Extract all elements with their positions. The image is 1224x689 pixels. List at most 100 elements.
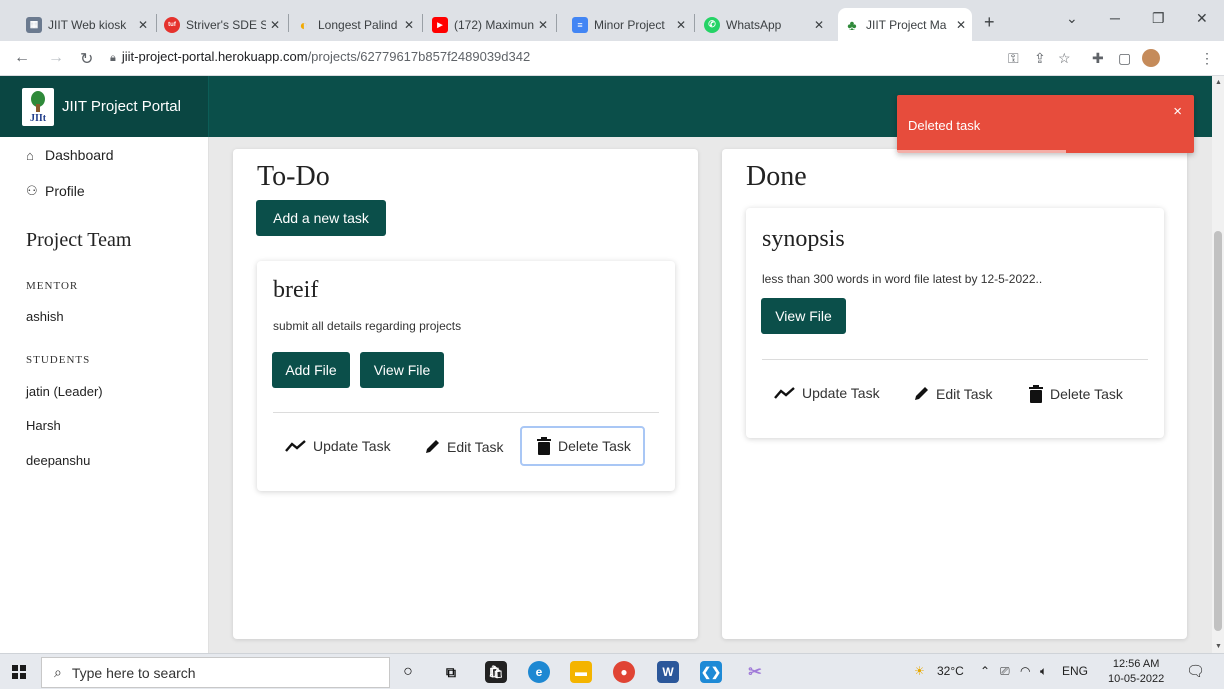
- windows-start-icon[interactable]: [12, 665, 26, 679]
- browser-menu-icon[interactable]: ⋮: [1200, 50, 1214, 67]
- tab-label: JIIT Project Ma: [866, 17, 947, 32]
- delete-task-button[interactable]: Delete Task: [520, 426, 645, 466]
- jiit-favicon-icon: ♣: [847, 16, 857, 33]
- taskbar-clock[interactable]: 12:56 AM 10-05-2022: [1108, 657, 1164, 687]
- weather-temp[interactable]: 32°C: [937, 664, 964, 678]
- view-file-button[interactable]: View File: [761, 298, 846, 334]
- task-description: submit all details regarding projects: [273, 319, 462, 333]
- todo-board: To-Do Add a new task breif submit all de…: [233, 149, 698, 639]
- add-task-button[interactable]: Add a new task: [256, 200, 386, 236]
- update-task-button[interactable]: Update Task: [774, 385, 880, 401]
- page-scrollbar[interactable]: ▲ ▼: [1212, 76, 1224, 653]
- add-file-button[interactable]: Add File: [272, 352, 350, 388]
- vscode-icon[interactable]: ❮❯: [700, 661, 722, 683]
- meet-now-icon[interactable]: ⎚: [1000, 664, 1010, 679]
- view-file-button[interactable]: View File: [360, 352, 444, 388]
- bookmark-star-icon[interactable]: ☆: [1058, 50, 1071, 67]
- reload-icon[interactable]: ↻: [80, 49, 93, 69]
- trend-line-icon: [285, 440, 306, 452]
- browser-tab-jiit-web-kiosk[interactable]: ▦ JIIT Web kiosk ✕: [20, 8, 154, 41]
- tab-label: Striver's SDE Sh: [186, 17, 266, 32]
- windows-taskbar: ⌕ Type here to search ○ ⧉ 🛍︎ e ▬ ● W ❮❯ …: [0, 653, 1224, 689]
- forward-arrow-icon[interactable]: →: [48, 49, 64, 67]
- delete-task-label: Delete Task: [1050, 386, 1123, 402]
- sidebar-item-label: Profile: [45, 183, 85, 199]
- scrollbar-thumb[interactable]: [1214, 231, 1222, 631]
- taskbar-search-input[interactable]: ⌕ Type here to search: [41, 657, 390, 688]
- snipping-tool-icon[interactable]: ✂: [744, 661, 766, 683]
- edge-icon[interactable]: e: [528, 661, 550, 683]
- close-tab-icon[interactable]: ✕: [676, 18, 686, 32]
- close-tab-icon[interactable]: ✕: [956, 18, 966, 32]
- close-tab-icon[interactable]: ✕: [270, 18, 280, 32]
- clock-time: 12:56 AM: [1112, 658, 1160, 670]
- close-tab-icon[interactable]: ✕: [814, 18, 824, 32]
- pencil-icon: [426, 440, 439, 453]
- browser-tab-jiit-project-portal[interactable]: ♣ JIIT Project Ma ✕: [838, 8, 972, 41]
- trend-line-icon: [774, 387, 795, 399]
- file-explorer-icon[interactable]: ▬: [570, 661, 592, 683]
- language-indicator[interactable]: ENG: [1062, 664, 1088, 678]
- tab-search-chevron-icon[interactable]: ⌄: [1066, 10, 1078, 27]
- students-label: STUDENTS: [26, 354, 91, 366]
- project-team-heading: Project Team: [26, 229, 132, 251]
- browser-tab-bar: ▦ JIIT Web kiosk ✕ tuf Striver's SDE Sh …: [0, 0, 1224, 41]
- edit-task-button[interactable]: Edit Task: [423, 438, 504, 456]
- back-arrow-icon[interactable]: ←: [14, 49, 30, 67]
- youtube-favicon-icon: ▶: [432, 16, 448, 33]
- tab-separator: [288, 14, 289, 32]
- task-title: breif: [273, 277, 319, 303]
- browser-tab-youtube[interactable]: ▶ (172) Maximun ✕: [426, 8, 554, 41]
- browser-tab-strivers-sde[interactable]: tuf Striver's SDE Sh ✕: [158, 8, 286, 41]
- tab-separator: [422, 14, 423, 32]
- browser-tab-longest-palindrome[interactable]: ◐ Longest Palind ✕: [290, 8, 420, 41]
- scroll-up-arrow-icon[interactable]: ▲: [1215, 79, 1222, 86]
- volume-icon[interactable]: 🔈︎: [1040, 664, 1047, 679]
- share-icon[interactable]: ⇪: [1034, 50, 1046, 67]
- tray-chevron-up-icon[interactable]: ⌃: [980, 664, 990, 678]
- sidebar-item-dashboard[interactable]: ⌂ Dashboard: [26, 147, 114, 163]
- close-tab-icon[interactable]: ✕: [138, 18, 148, 32]
- whatsapp-favicon-icon: ✆: [704, 16, 720, 33]
- weather-icon[interactable]: ☀: [914, 664, 925, 678]
- cortana-icon[interactable]: ○: [397, 661, 419, 683]
- edit-task-label: Edit Task: [936, 386, 993, 402]
- browser-tab-minor-project[interactable]: ≡ Minor Project ✕: [566, 8, 692, 41]
- wifi-icon[interactable]: ◠: [1020, 664, 1030, 678]
- close-tab-icon[interactable]: ✕: [404, 18, 414, 32]
- close-tab-icon[interactable]: ✕: [538, 18, 548, 32]
- new-tab-button[interactable]: +: [984, 12, 995, 33]
- key-icon[interactable]: ⚿: [1008, 50, 1019, 67]
- tab-separator: [694, 14, 695, 32]
- delete-task-button[interactable]: Delete Task: [1028, 385, 1123, 403]
- close-window-icon[interactable]: ✕: [1196, 10, 1208, 27]
- sidebar: ⌂ Dashboard ⚇ Profile Project Team MENTO…: [0, 137, 209, 653]
- trash-icon: [537, 437, 551, 455]
- minimize-window-icon[interactable]: ─: [1110, 10, 1120, 26]
- jiit-logo-icon: JIIt: [22, 87, 54, 126]
- student-name: jatin (Leader): [26, 384, 103, 399]
- update-task-label: Update Task: [802, 385, 880, 401]
- profile-avatar-icon[interactable]: [1142, 49, 1160, 67]
- restore-window-icon[interactable]: ❐: [1152, 10, 1165, 27]
- update-task-button[interactable]: Update Task: [285, 438, 391, 454]
- word-icon[interactable]: W: [657, 661, 679, 683]
- edit-task-button[interactable]: Edit Task: [912, 385, 993, 403]
- tab-separator: [556, 14, 557, 32]
- home-icon: ⌂: [26, 147, 34, 163]
- extensions-puzzle-icon[interactable]: ✚: [1092, 50, 1104, 67]
- scroll-down-arrow-icon[interactable]: ▼: [1215, 643, 1222, 650]
- update-task-label: Update Task: [313, 438, 391, 454]
- side-panel-icon[interactable]: ▢: [1118, 50, 1131, 67]
- toast-close-icon[interactable]: ×: [1173, 103, 1182, 120]
- brand-header[interactable]: JIIt JIIT Project Portal: [0, 76, 209, 137]
- url-field[interactable]: 🔒︎ jiit-project-portal.herokuapp.com/proj…: [110, 49, 530, 65]
- task-title: synopsis: [762, 226, 845, 252]
- sidebar-item-profile[interactable]: ⚇ Profile: [26, 183, 85, 199]
- store-icon[interactable]: 🛍︎: [485, 661, 507, 683]
- task-view-icon[interactable]: ⧉: [440, 661, 462, 683]
- chrome-icon[interactable]: ●: [613, 661, 635, 683]
- notifications-icon[interactable]: 🗨︎: [1186, 662, 1205, 680]
- browser-tab-whatsapp[interactable]: ✆ WhatsApp ✕: [698, 8, 830, 41]
- todo-board-title: To-Do: [257, 161, 330, 192]
